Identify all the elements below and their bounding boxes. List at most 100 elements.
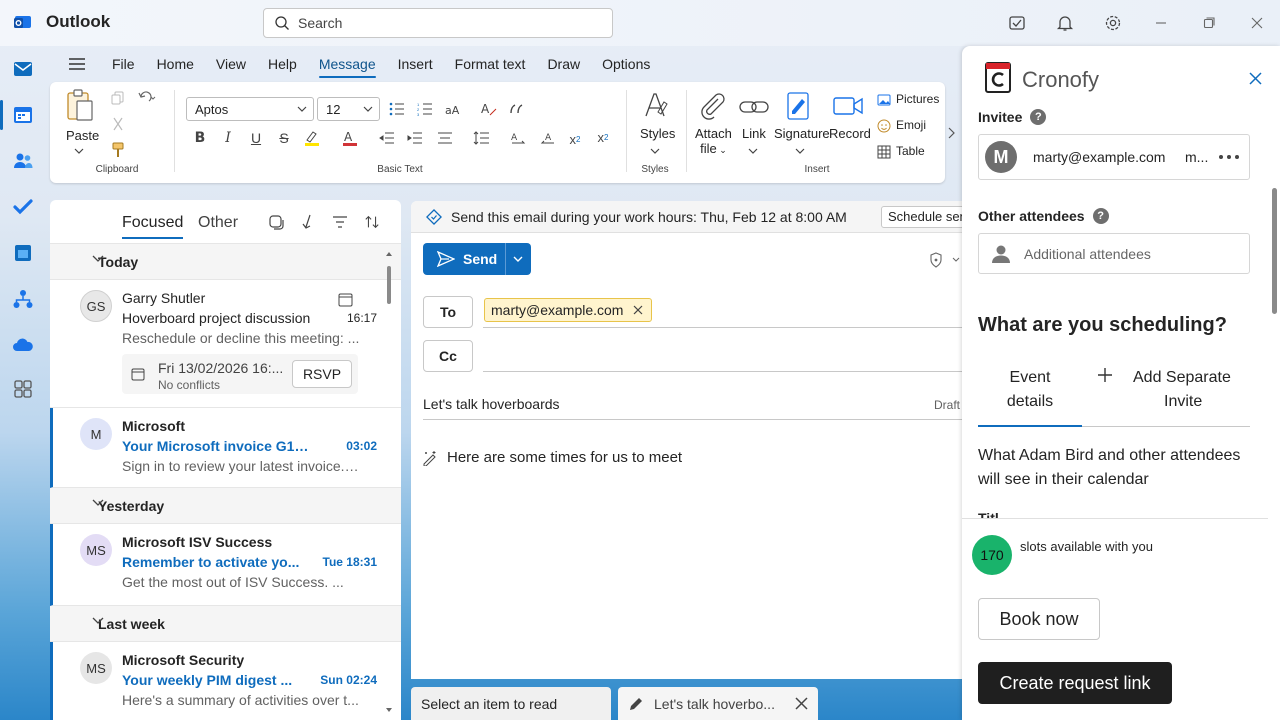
select-mode-icon[interactable]	[268, 214, 284, 230]
numbering-icon[interactable]: 123	[416, 100, 434, 118]
group-header-yesterday[interactable]: Yesterday	[50, 488, 401, 524]
record-button[interactable]: Record	[829, 126, 871, 141]
menu-format-text[interactable]: Format text	[455, 56, 526, 72]
change-case-icon[interactable]: aA	[444, 100, 466, 118]
search-input[interactable]: Search	[263, 8, 613, 38]
line-spacing-icon[interactable]	[472, 130, 490, 146]
emoji-button[interactable]: Emoji	[896, 118, 926, 132]
styles-button[interactable]: Styles	[640, 126, 675, 141]
group-header-today[interactable]: Today	[50, 244, 401, 280]
attach-file-icon[interactable]	[696, 90, 728, 122]
clear-formatting-icon[interactable]: A	[480, 100, 498, 118]
group-header-last-week[interactable]: Last week	[50, 606, 401, 642]
more-options-icon[interactable]	[1219, 155, 1239, 159]
tab-draft[interactable]: Let's talk hoverbo...	[618, 687, 818, 720]
ribbon-more-icon[interactable]	[945, 126, 957, 140]
increase-indent-icon[interactable]	[406, 130, 424, 146]
subscript-icon[interactable]: x2	[566, 130, 584, 148]
list-item[interactable]: GS Garry Shutler Hoverboard project disc…	[50, 280, 401, 408]
italic-icon[interactable]: I	[220, 130, 236, 146]
bookings-icon[interactable]	[11, 241, 35, 265]
recipient-chip[interactable]: marty@example.com	[484, 298, 653, 322]
menu-message[interactable]: Message	[318, 56, 376, 78]
filter-icon[interactable]	[332, 214, 348, 230]
record-icon[interactable]	[832, 92, 864, 120]
rtl-icon[interactable]: A	[538, 130, 556, 146]
undo-icon[interactable]	[136, 90, 158, 106]
font-family-select[interactable]: Aptos	[186, 97, 314, 121]
close-panel-icon[interactable]	[1247, 70, 1263, 86]
paste-button[interactable]: Paste	[66, 128, 99, 143]
todo-icon[interactable]	[11, 195, 35, 219]
hamburger-icon[interactable]	[68, 57, 86, 71]
send-options-chevron-icon[interactable]	[513, 256, 523, 262]
additional-attendees-input[interactable]: Additional attendees	[978, 233, 1250, 274]
font-size-select[interactable]: 12	[317, 97, 380, 121]
format-painter-icon[interactable]	[110, 142, 126, 158]
bullets-icon[interactable]	[388, 100, 406, 118]
styles-chevron-icon[interactable]	[650, 146, 660, 156]
compose-tasks-icon[interactable]	[1005, 13, 1029, 33]
subject-input[interactable]: Let's talk hoverboards	[423, 396, 560, 412]
org-chart-icon[interactable]	[11, 287, 35, 311]
pictures-button[interactable]: Pictures	[896, 92, 939, 106]
cut-icon[interactable]	[110, 116, 126, 132]
mail-icon[interactable]	[11, 57, 35, 81]
jump-to-icon[interactable]	[300, 214, 316, 230]
link-icon[interactable]	[738, 92, 770, 122]
quote-icon[interactable]	[508, 100, 526, 118]
more-apps-icon[interactable]	[11, 377, 35, 401]
signature-chevron-icon[interactable]	[795, 146, 805, 156]
bell-icon[interactable]	[1053, 13, 1077, 33]
list-item[interactable]: MS Microsoft ISV Success Remember to act…	[50, 524, 401, 606]
book-now-button[interactable]: Book now	[978, 598, 1100, 640]
table-icon[interactable]	[876, 144, 892, 160]
onedrive-icon[interactable]	[11, 333, 35, 357]
minimize-icon[interactable]	[1149, 13, 1173, 33]
ltr-icon[interactable]: A	[510, 130, 528, 146]
mail-list-scrollbar[interactable]	[384, 246, 394, 720]
decrease-indent-icon[interactable]	[378, 130, 396, 146]
underline-icon[interactable]: U	[248, 130, 264, 146]
superscript-icon[interactable]: x2	[594, 128, 612, 146]
menu-help[interactable]: Help	[268, 56, 297, 72]
bold-icon[interactable]: B	[192, 130, 208, 146]
create-request-link-button[interactable]: Create request link	[978, 662, 1172, 704]
close-draft-tab-icon[interactable]	[795, 697, 808, 710]
gear-icon[interactable]	[1101, 13, 1125, 33]
attach-file-button[interactable]: Attach file ⌄	[695, 126, 732, 158]
list-item[interactable]: MS Microsoft Security Your weekly PIM di…	[50, 642, 401, 720]
tab-event-details[interactable]: Event details	[978, 366, 1082, 426]
paste-chevron-icon[interactable]	[74, 146, 84, 156]
tab-focused[interactable]: Focused	[122, 214, 184, 239]
restore-icon[interactable]	[1197, 13, 1221, 33]
tab-add-separate-invite[interactable]: Add Separate Invite	[1098, 366, 1248, 426]
tab-select-item[interactable]: Select an item to read	[411, 687, 611, 720]
send-button[interactable]: Send	[423, 243, 531, 275]
remove-recipient-icon[interactable]	[633, 305, 643, 315]
highlight-icon[interactable]	[302, 128, 322, 148]
list-item[interactable]: M Microsoft Your Microsoft invoice G140.…	[50, 408, 401, 488]
menu-view[interactable]: View	[216, 56, 246, 72]
pictures-icon[interactable]	[876, 92, 892, 108]
sensitivity-chevron-icon[interactable]	[951, 255, 961, 265]
email-body[interactable]: Here are some times for us to meet	[447, 449, 682, 466]
copilot-draft-icon[interactable]	[421, 449, 439, 467]
sensitivity-icon[interactable]	[927, 251, 945, 269]
cc-button[interactable]: Cc	[423, 340, 473, 372]
sort-icon[interactable]	[364, 214, 380, 230]
link-chevron-icon[interactable]	[748, 146, 758, 156]
emoji-icon[interactable]	[876, 118, 892, 134]
cc-input[interactable]	[483, 340, 962, 371]
menu-insert[interactable]: Insert	[398, 56, 433, 72]
copy-icon[interactable]	[110, 90, 126, 106]
menu-home[interactable]: Home	[157, 56, 194, 72]
strikethrough-icon[interactable]: S	[276, 130, 292, 146]
signature-icon[interactable]	[784, 90, 814, 122]
close-window-icon[interactable]	[1245, 13, 1269, 33]
styles-icon[interactable]	[638, 90, 672, 120]
schedule-send-button[interactable]: Schedule send	[881, 206, 962, 228]
menu-options[interactable]: Options	[602, 56, 650, 72]
to-button[interactable]: To	[423, 296, 473, 328]
invitee-box[interactable]: M marty@example.com m...	[978, 134, 1250, 180]
